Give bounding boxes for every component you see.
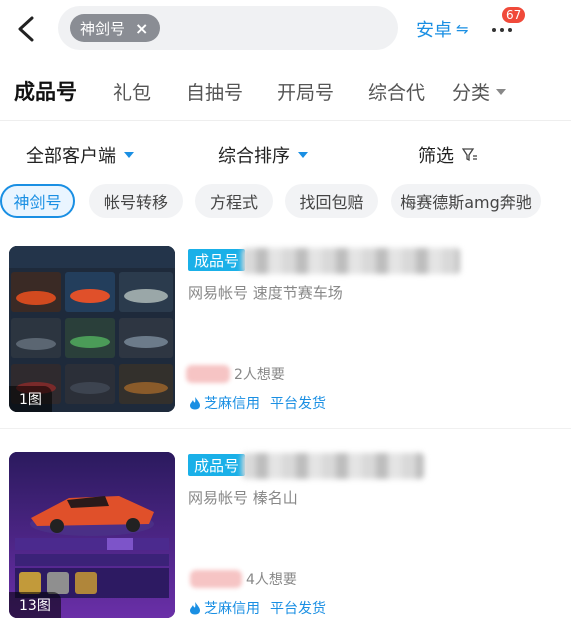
tag-pill-active[interactable]: 神剑号	[0, 184, 75, 218]
platform-switch[interactable]: 安卓 ⇋	[416, 16, 469, 42]
listing-card[interactable]: 13图 成品号 网易帐号 榛名山 4人想要 芝麻信用 平台发货	[0, 445, 571, 625]
listing-thumbnail[interactable]: 1图	[9, 246, 175, 412]
caret-down-icon	[298, 152, 308, 158]
flame-icon	[190, 397, 200, 410]
filter-button[interactable]: 筛选	[418, 142, 478, 168]
sort-filter-label: 综合排序	[218, 146, 290, 167]
tab-gift-pack[interactable]: 礼包	[113, 78, 151, 105]
flame-icon	[190, 602, 200, 615]
client-filter[interactable]: 全部客户端	[26, 142, 134, 168]
search-chip-label: 神剑号	[80, 19, 126, 38]
chevron-left-icon	[18, 16, 34, 42]
notification-badge: 67	[500, 5, 528, 25]
listing-card[interactable]: 1图 成品号 网易帐号 速度节赛车场 2人想要 芝麻信用 平台发货	[0, 240, 571, 420]
platform-delivery: 平台发货	[270, 396, 326, 412]
tab-category[interactable]: 分类	[452, 78, 507, 105]
tab-self-draw[interactable]: 自抽号	[186, 78, 243, 105]
tab-comprehensive[interactable]: 综合代	[368, 78, 425, 105]
search-chip[interactable]: 神剑号 ×	[70, 14, 161, 42]
back-button[interactable]	[14, 14, 40, 44]
tab-category-label: 分类	[452, 82, 491, 104]
type-tag: 成品号	[188, 454, 246, 476]
tag-pill[interactable]: 找回包赔	[285, 184, 378, 218]
more-dots-icon	[492, 28, 512, 32]
sesame-credit-label: 芝麻信用	[204, 396, 260, 412]
platform-label: 安卓	[416, 20, 452, 41]
tag-pill[interactable]: 梅赛德斯amg奔驰	[391, 184, 541, 218]
caret-down-icon	[496, 88, 507, 95]
tag-pill[interactable]: 方程式	[195, 184, 273, 218]
switch-icon: ⇋	[456, 20, 469, 38]
divider	[0, 120, 571, 121]
divider	[0, 428, 571, 429]
wants-count: 4人想要	[190, 569, 297, 589]
filter-icon	[462, 148, 477, 162]
tab-starter[interactable]: 开局号	[277, 78, 334, 105]
type-tag: 成品号	[188, 249, 246, 271]
listing-subtitle: 网易帐号 榛名山	[188, 489, 298, 507]
category-tabs: 成品号 礼包 自抽号 开局号 综合代 分类	[0, 70, 571, 112]
wants-count: 2人想要	[186, 364, 285, 384]
filter-label: 筛选	[418, 146, 454, 167]
sort-filter[interactable]: 综合排序	[218, 142, 308, 168]
blurred-title	[242, 248, 460, 274]
blurred-price	[186, 365, 230, 383]
sesame-credit: 芝麻信用	[189, 598, 260, 618]
caret-down-icon	[124, 152, 134, 158]
sesame-credit-label: 芝麻信用	[204, 601, 260, 617]
close-icon[interactable]: ×	[135, 19, 148, 38]
blurred-price	[190, 570, 242, 588]
wants-label: 4人想要	[246, 572, 297, 588]
platform-delivery: 平台发货	[270, 601, 326, 617]
tab-finished-account[interactable]: 成品号	[14, 76, 77, 106]
blurred-title	[242, 453, 424, 479]
image-count: 1图	[9, 386, 52, 412]
listing-thumbnail[interactable]: 13图	[9, 452, 175, 618]
tag-pill[interactable]: 帐号转移	[89, 184, 183, 218]
client-filter-label: 全部客户端	[26, 146, 116, 167]
image-count: 13图	[9, 592, 61, 618]
wants-label: 2人想要	[234, 367, 285, 383]
features-row: 芝麻信用 平台发货	[189, 393, 326, 413]
listing-subtitle: 网易帐号 速度节赛车场	[188, 284, 343, 302]
sesame-credit: 芝麻信用	[189, 393, 260, 413]
features-row: 芝麻信用 平台发货	[189, 598, 326, 618]
